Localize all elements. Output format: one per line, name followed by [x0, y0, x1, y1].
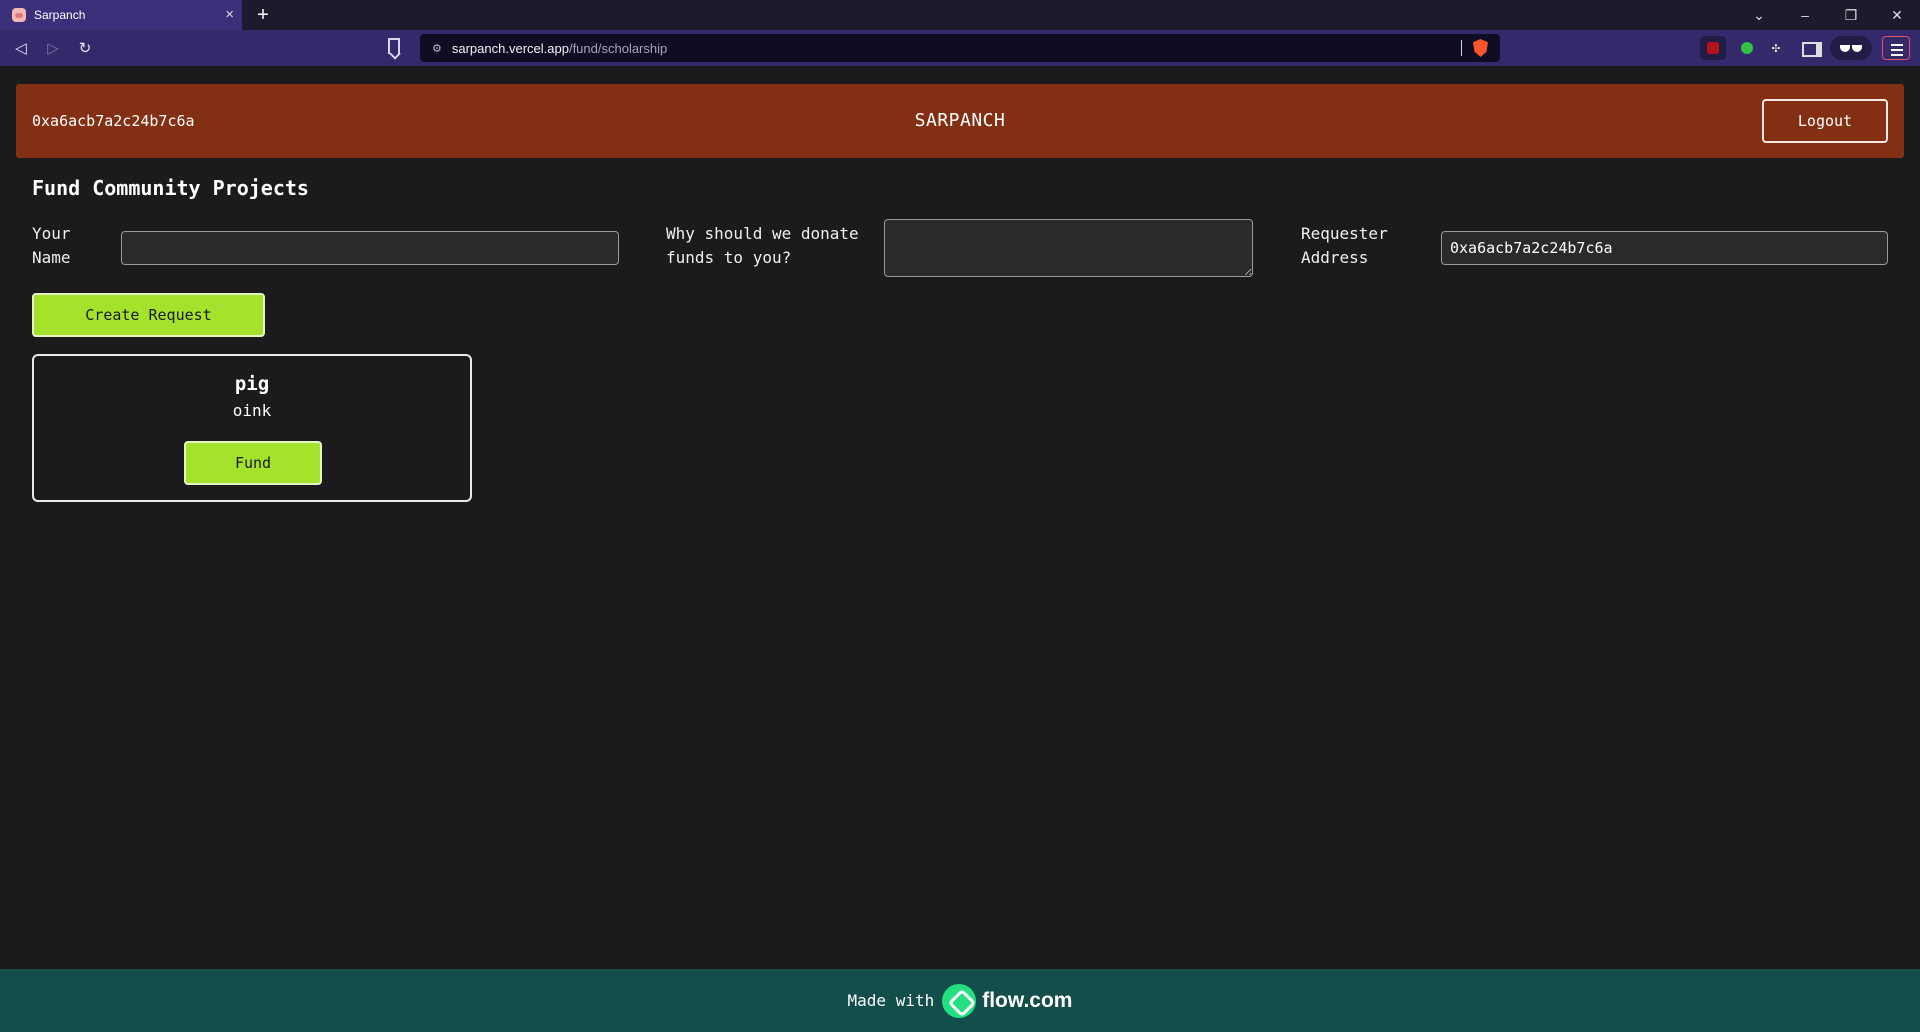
address-label: Requester Address — [1301, 224, 1388, 267]
request-description: oink — [232, 401, 272, 420]
browser-tab[interactable]: Sarpanch × — [0, 0, 242, 30]
logout-button[interactable]: Logout — [1762, 99, 1888, 143]
tab-close-icon[interactable]: × — [225, 6, 234, 23]
tab-list-icon[interactable]: ⌄ — [1736, 0, 1782, 30]
window-controls: ⌄ – ❐ ✕ — [1736, 0, 1920, 30]
app-brand[interactable]: SARPANCH — [16, 110, 1904, 131]
page-title: Fund Community Projects — [32, 176, 309, 200]
name-label: Your Name — [32, 224, 71, 267]
back-icon[interactable]: ◁ — [10, 37, 32, 59]
close-window-icon[interactable]: ✕ — [1874, 0, 1920, 30]
brave-shield-icon[interactable] — [1473, 39, 1488, 57]
pig-favicon-icon — [12, 8, 26, 22]
footer: Made with flow.com — [0, 969, 1920, 1032]
sidebar-toggle-icon[interactable] — [1797, 36, 1822, 60]
minimize-icon[interactable]: – — [1782, 0, 1828, 30]
address-input[interactable] — [1441, 231, 1888, 265]
bookmark-icon[interactable] — [388, 38, 400, 54]
new-tab-button[interactable]: + — [250, 2, 276, 28]
tab-title: Sarpanch — [34, 8, 86, 22]
url-host: sarpanch.vercel.app — [451, 40, 569, 56]
ublock-extension-icon[interactable] — [1700, 36, 1726, 60]
page-content: 0xa6acb7a2c24b7c6a SARPANCH Logout Fund … — [0, 66, 1920, 1032]
request-name: pig — [234, 373, 270, 395]
extensions-puzzle-icon[interactable]: ✣ — [1765, 36, 1787, 60]
flow-logo-icon — [942, 983, 977, 1018]
private-glasses-icon[interactable] — [1830, 36, 1872, 60]
reason-label: Why should we donate funds to you? — [666, 224, 859, 267]
create-request-button[interactable]: Create Request — [32, 293, 265, 337]
request-card: pig oink Fund — [32, 354, 472, 502]
address-bar[interactable]: ⚙ sarpanch.vercel.app /fund/scholarship — [420, 34, 1500, 62]
url-divider — [1461, 40, 1462, 56]
browser-menu-icon[interactable] — [1882, 36, 1910, 60]
name-input[interactable] — [121, 231, 619, 265]
reason-textarea[interactable] — [884, 219, 1253, 277]
app-header: 0xa6acb7a2c24b7c6a SARPANCH Logout — [16, 84, 1904, 158]
browser-tab-bar: Sarpanch × + ⌄ – ❐ ✕ — [0, 0, 1920, 30]
reload-icon[interactable]: ↻ — [74, 37, 96, 59]
made-with-text: Made with — [847, 991, 935, 1010]
restore-icon[interactable]: ❐ — [1828, 0, 1874, 30]
url-path: /fund/scholarship — [568, 40, 668, 56]
fund-button[interactable]: Fund — [184, 441, 322, 485]
forward-icon[interactable]: ▷ — [42, 37, 64, 59]
site-settings-icon[interactable]: ⚙ — [432, 42, 442, 55]
green-extension-icon[interactable] — [1736, 36, 1758, 60]
flow-brand-link[interactable]: flow.com — [982, 989, 1072, 1013]
